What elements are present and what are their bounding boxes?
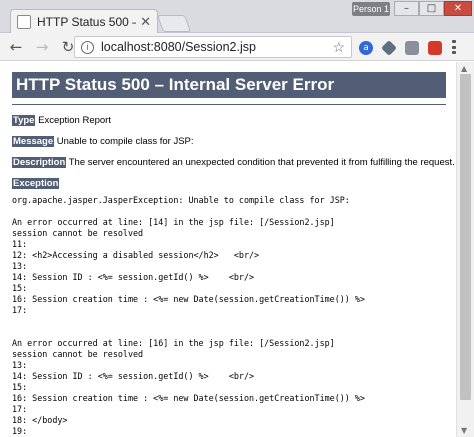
scroll-down-arrow-icon[interactable]: ▼ <box>461 426 467 435</box>
message-value: Unable to compile class for JSP: <box>56 136 194 147</box>
extension-a-icon[interactable]: a <box>359 41 373 55</box>
tab-close-icon[interactable]: ✕ <box>140 14 151 30</box>
profile-button[interactable]: Person 1 <box>352 2 390 16</box>
exception-label: Exception <box>12 178 60 189</box>
title-bar: HTTP Status 500 – Intern ✕ Person 1 – □ … <box>0 0 474 33</box>
type-value: Exception Report <box>38 115 111 126</box>
page-content: HTTP Status 500 – Internal Server Error … <box>0 62 456 437</box>
exception-row: Exception <box>12 178 446 189</box>
back-arrow-icon[interactable]: ← <box>6 37 26 57</box>
maximize-button[interactable]: □ <box>419 1 444 16</box>
extension-diamond-icon[interactable] <box>381 40 397 56</box>
minimize-button[interactable]: – <box>394 1 419 16</box>
forward-arrow-icon[interactable]: → <box>32 37 52 57</box>
url-text[interactable]: localhost:8080/Session2.jsp <box>101 40 332 54</box>
close-window-button[interactable]: ✕ <box>444 1 472 16</box>
exception-trace: org.apache.jasper.JasperException: Unabl… <box>12 195 365 436</box>
description-row: Description The server encountered an un… <box>12 157 455 168</box>
browser-toolbar: ← → ↻ i localhost:8080/Session2.jsp ☆ a <box>0 33 474 61</box>
description-label: Description <box>12 157 67 168</box>
tab-title: HTTP Status 500 – Intern <box>37 14 136 29</box>
message-label: Message <box>12 136 55 147</box>
description-value: The server encountered an unexpected con… <box>68 157 455 168</box>
error-heading: HTTP Status 500 – Internal Server Error <box>12 72 446 98</box>
new-tab-button[interactable] <box>156 15 192 32</box>
extension-red-icon[interactable] <box>428 41 442 55</box>
divider <box>12 104 446 105</box>
vertical-scrollbar[interactable]: ▲ ▼ <box>456 62 474 437</box>
type-row: Type Exception Report <box>12 115 446 126</box>
browser-menu-icon[interactable] <box>452 40 456 54</box>
type-label: Type <box>12 115 36 126</box>
extension-chart-icon[interactable] <box>405 41 419 55</box>
bookmark-star-icon[interactable]: ☆ <box>332 39 345 56</box>
info-icon[interactable]: i <box>81 40 94 54</box>
scroll-up-arrow-icon[interactable]: ▲ <box>461 64 467 73</box>
scrollbar-thumb[interactable] <box>460 74 471 400</box>
message-row: Message Unable to compile class for JSP: <box>12 136 446 147</box>
browser-tab[interactable]: HTTP Status 500 – Intern ✕ <box>10 9 158 33</box>
page-icon <box>17 14 31 29</box>
address-bar[interactable]: i localhost:8080/Session2.jsp ☆ <box>74 36 352 58</box>
